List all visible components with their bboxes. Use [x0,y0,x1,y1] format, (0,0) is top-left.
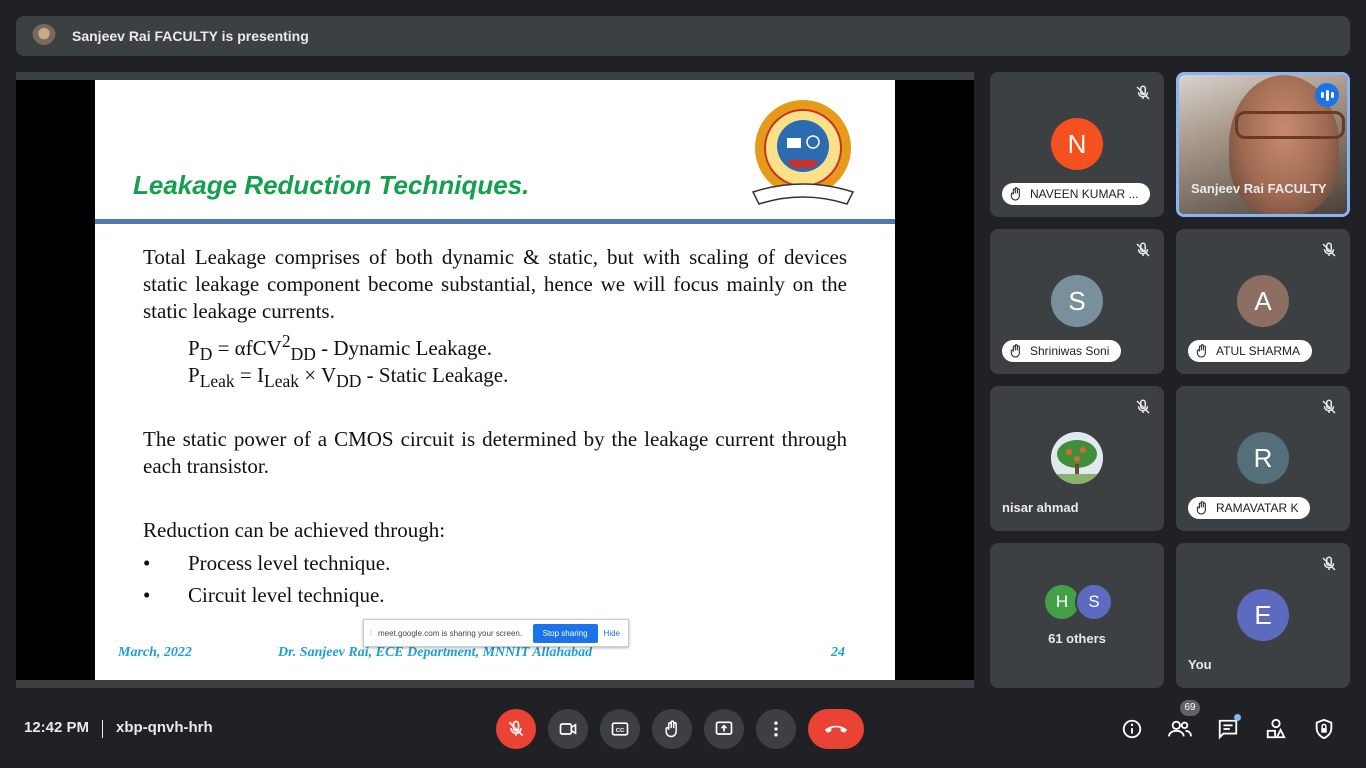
equation-static: PLeak = ILeak × VDD - Static Leakage. [188,363,509,392]
presenter-video-tile[interactable]: Sanjeev Rai FACULTY [1176,72,1350,217]
screen-share-notification: ⁞ meet.google.com is sharing your screen… [363,619,629,647]
presenter-avatar [32,24,56,48]
people-button[interactable] [1167,716,1193,742]
footer-date: March, 2022 [118,645,192,660]
raised-hand-icon [1196,501,1206,515]
mic-off-icon [1136,242,1150,257]
others-count: 61 others [1048,631,1106,646]
presenter-glasses [1235,111,1345,139]
participant-count-badge: 69 [1180,700,1200,716]
shield-lock-icon [1315,718,1333,740]
bullet-item: • Circuit level technique. [143,583,385,607]
title-divider [95,219,895,224]
participant-avatar: S [1051,275,1103,327]
participant-avatar: E [1237,589,1289,641]
activities-button[interactable] [1263,716,1289,742]
mic-off-icon [1322,556,1336,571]
chat-unread-dot [1234,714,1241,721]
share-message: meet.google.com is sharing your screen. [378,628,523,638]
chat-icon [1218,719,1238,740]
presentation-slide: Leakage Reduction Techniques. Total Leak… [95,80,895,680]
present-screen-icon [715,721,733,735]
participant-avatar: S [1075,583,1113,621]
bullet-item: • Process level technique. [143,551,391,575]
others-avatars: H S [1045,583,1115,621]
host-controls-button[interactable] [1311,716,1337,742]
raised-hand-icon [1010,344,1020,358]
participant-name-chip: RAMAVATAR K [1188,497,1311,519]
participant-tile[interactable]: A ATUL SHARMA [1176,229,1350,374]
shared-screen: Leakage Reduction Techniques. Total Leak… [16,72,974,688]
activities-icon [1266,718,1286,739]
participant-avatar: N [1051,118,1103,170]
footer-page-number: 24 [831,645,845,660]
camera-toggle-button[interactable] [548,709,588,749]
participant-name-chip: ATUL SHARMA [1188,340,1313,362]
raised-hand-icon [1010,187,1020,201]
present-now-button[interactable] [704,709,744,749]
participant-tile[interactable]: R RAMAVATAR K [1176,386,1350,531]
slide-paragraph-static-power: The static power of a CMOS circuit is de… [143,427,847,478]
slide-paragraph-reduction: Reduction can be achieved through: [143,518,446,542]
participant-name: nisar ahmad [1002,500,1079,515]
presenting-banner: Sanjeev Rai FACULTY is presenting [16,16,1350,56]
divider [102,720,103,738]
slide-title: Leakage Reduction Techniques. [133,170,530,200]
presenting-text: Sanjeev Rai FACULTY is presenting [72,28,309,44]
stop-sharing-button[interactable]: Stop sharing [532,623,598,643]
self-tile[interactable]: E You [1176,543,1350,688]
participant-tile[interactable]: S Shriniwas Soni [990,229,1164,374]
mic-off-icon [1322,399,1336,414]
mic-off-icon [1136,399,1150,414]
hide-button[interactable]: Hide [604,629,620,638]
more-vert-icon [774,721,778,737]
participant-name-chip: NAVEEN KUMAR ... [1002,183,1151,205]
participant-name: Sanjeev Rai FACULTY [1191,181,1327,196]
drag-handle-icon[interactable]: ⁞ [364,629,378,638]
slide-paragraph-intro: Total Leakage comprises of both dynamic … [143,245,847,323]
participant-avatar: H [1045,585,1079,619]
meeting-clock: 12:42 PM [24,719,90,736]
participant-name-chip: Shriniwas Soni [1002,340,1122,362]
raise-hand-button[interactable] [652,709,692,749]
mic-off-icon [1136,85,1150,100]
participant-name: You [1188,657,1212,672]
camera-icon [559,723,577,735]
info-icon [1122,719,1142,739]
mic-toggle-button[interactable] [496,709,536,749]
bottom-control-bar: 12:42 PM xbp-qnvh-hrh CC 69 [0,700,1366,768]
participant-tile[interactable]: N NAVEEN KUMAR ... [990,72,1164,217]
captions-button[interactable]: CC [600,709,640,749]
footer-author: Dr. Sanjeev Rai, ECE Department, MNNIT A… [278,645,593,660]
mic-off-icon [1322,242,1336,257]
raised-hand-icon [1196,344,1206,358]
institute-logo-icon [751,100,855,205]
meeting-code: xbp-qnvh-hrh [116,719,213,736]
raise-hand-icon [665,720,677,738]
leave-call-button[interactable] [808,709,864,749]
captions-icon: CC [611,722,629,736]
equation-dynamic: PD = αfCV2DD - Dynamic Leakage. [188,331,492,365]
more-options-button[interactable] [756,709,796,749]
others-tile[interactable]: H S 61 others [990,543,1164,688]
participant-avatar: R [1237,432,1289,484]
speaking-indicator-icon [1315,83,1339,107]
people-icon [1168,720,1192,737]
meeting-details-button[interactable] [1119,716,1145,742]
tree-photo-avatar-icon [1051,432,1103,484]
mic-off-icon [508,720,524,737]
hang-up-icon [824,725,848,733]
participant-tile[interactable]: nisar ahmad [990,386,1164,531]
participant-avatar: A [1237,275,1289,327]
svg-text:CC: CC [616,728,625,734]
